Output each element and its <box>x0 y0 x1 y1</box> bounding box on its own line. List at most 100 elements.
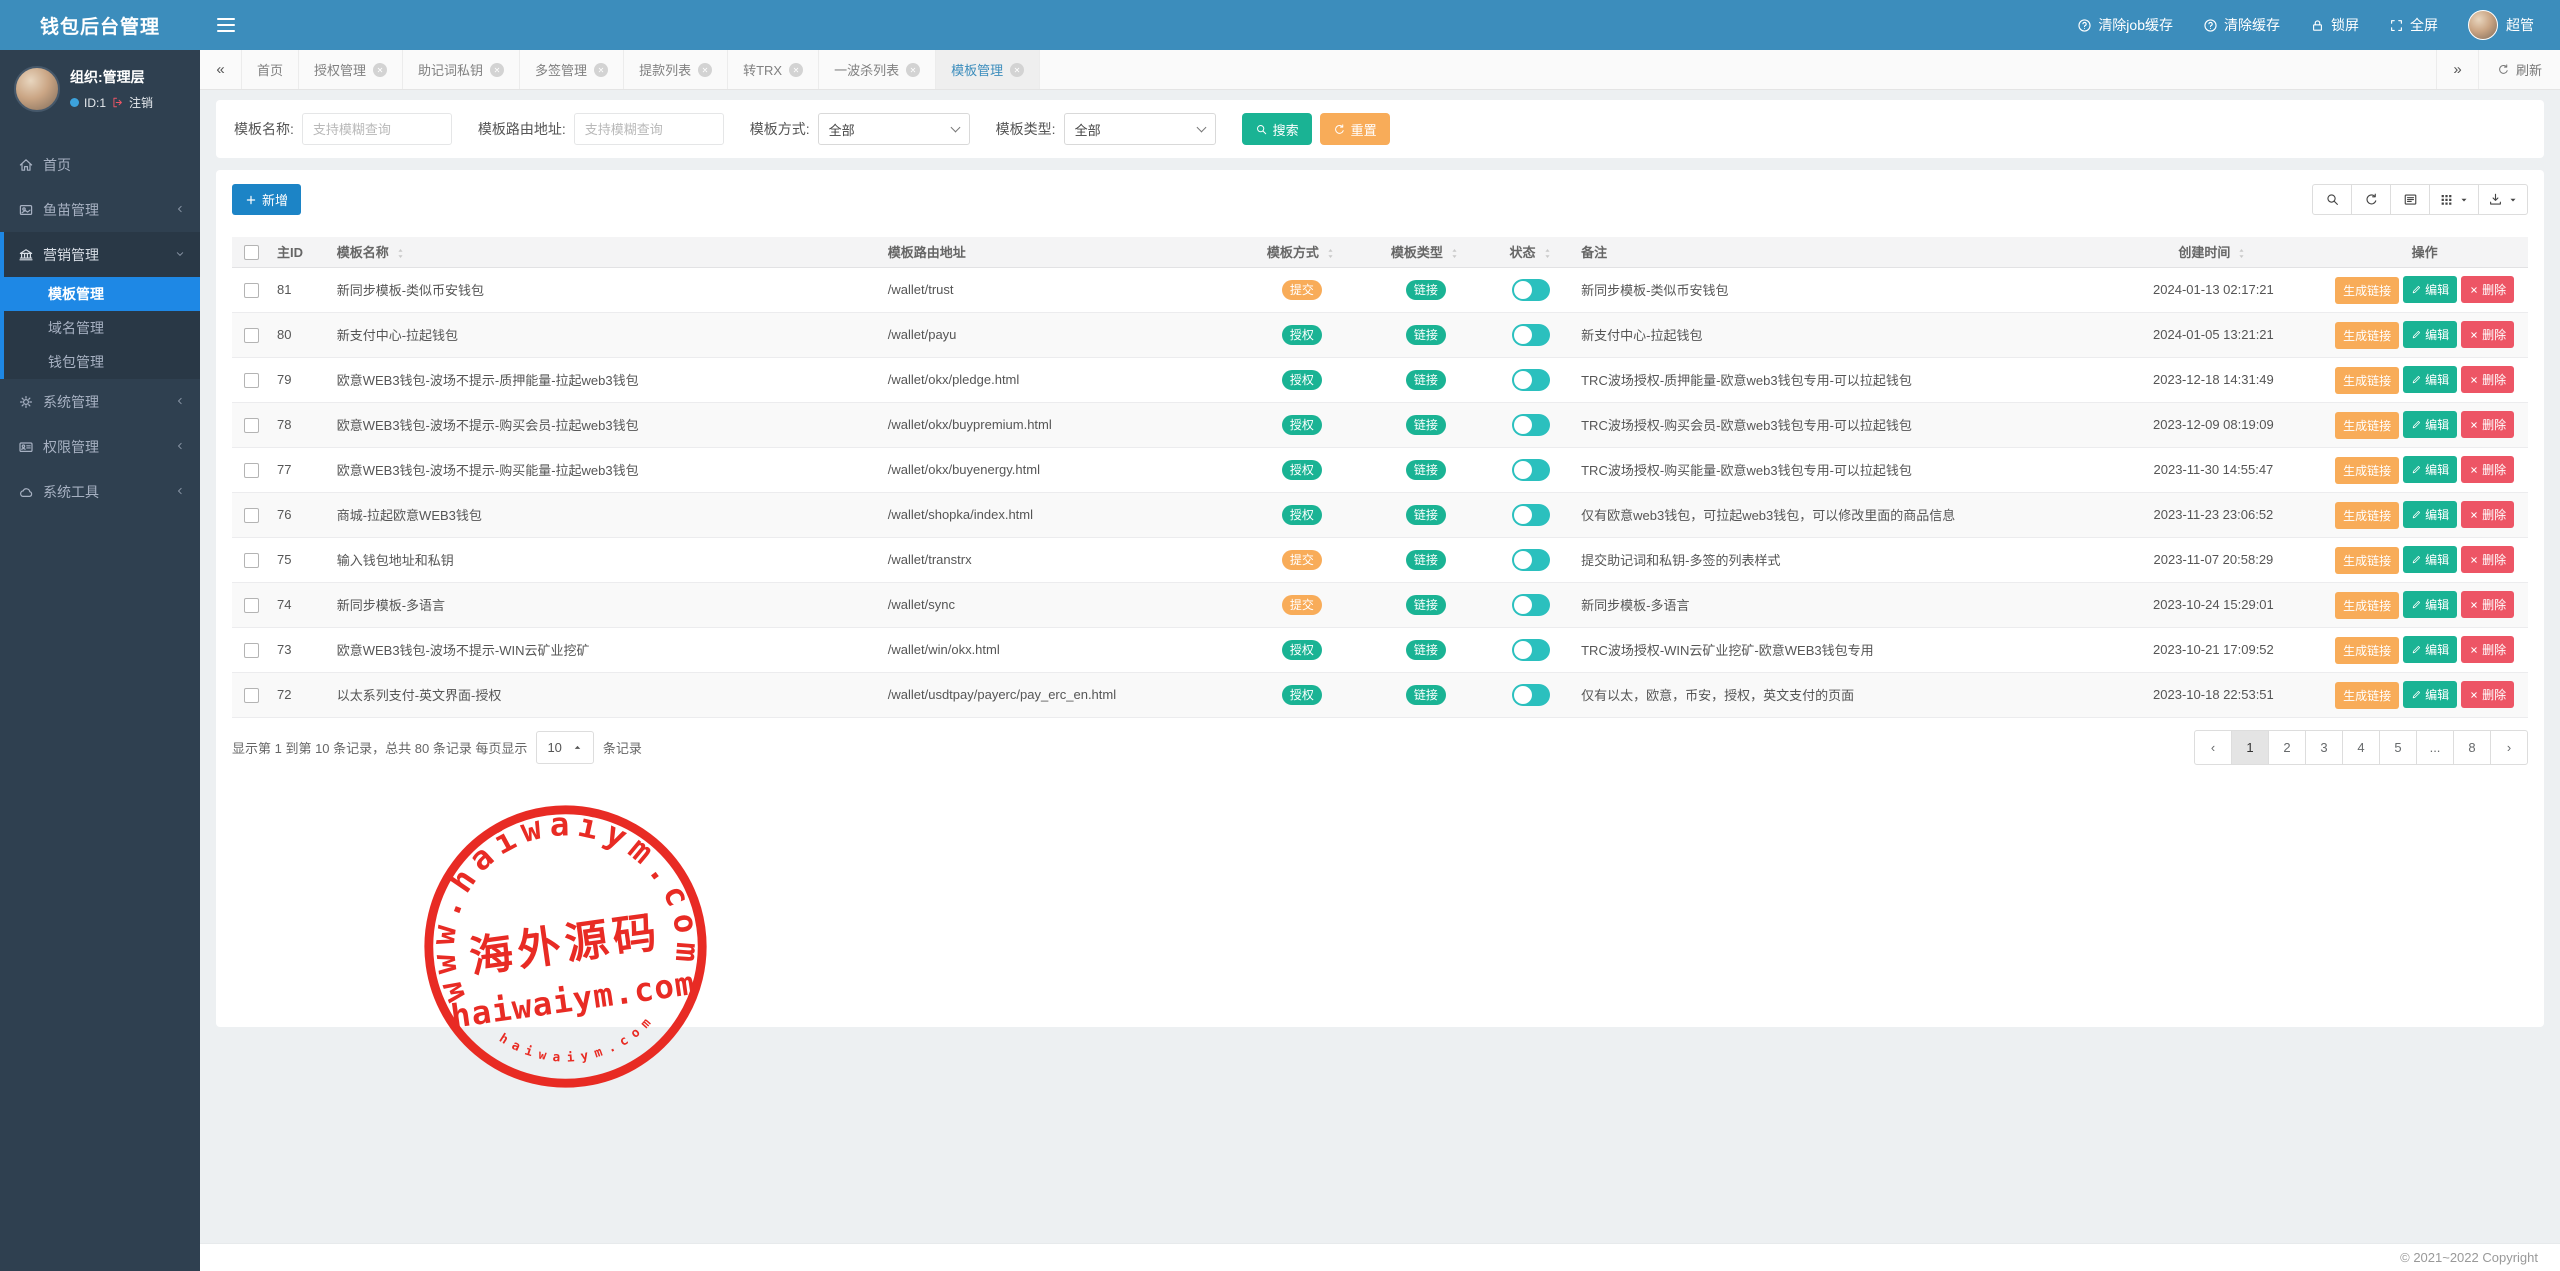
generate-link-button[interactable]: 生成链接 <box>2335 457 2399 484</box>
edit-button[interactable]: 编辑 <box>2403 276 2457 303</box>
select-all-checkbox[interactable] <box>244 245 259 260</box>
tab-2[interactable]: 助记词私钥 <box>403 50 520 89</box>
row-checkbox[interactable] <box>244 328 259 343</box>
close-tab-icon[interactable] <box>906 63 920 77</box>
topbar-action-0[interactable]: 清除job缓存 <box>2077 15 2173 35</box>
sidebar-item-1[interactable]: 鱼苗管理 <box>0 187 200 232</box>
template-name-input[interactable] <box>302 113 452 145</box>
row-checkbox[interactable] <box>244 643 259 658</box>
page-size-select[interactable]: 10 <box>536 731 593 764</box>
tab-5[interactable]: 转TRX <box>728 50 819 89</box>
status-toggle[interactable] <box>1512 324 1550 346</box>
row-checkbox[interactable] <box>244 598 259 613</box>
status-toggle[interactable] <box>1512 594 1550 616</box>
generate-link-button[interactable]: 生成链接 <box>2335 367 2399 394</box>
generate-link-button[interactable]: 生成链接 <box>2335 412 2399 439</box>
tool-button-refresh-icon[interactable] <box>2351 184 2391 215</box>
tab-1[interactable]: 授权管理 <box>299 50 403 89</box>
generate-link-button[interactable]: 生成链接 <box>2335 547 2399 574</box>
delete-button[interactable]: 删除 <box>2461 321 2514 348</box>
column-header-created[interactable]: 创建时间 <box>2106 237 2322 267</box>
delete-button[interactable]: 删除 <box>2461 681 2514 708</box>
page-8[interactable]: 8 <box>2453 730 2491 765</box>
template-way-select[interactable]: 全部 <box>818 113 970 145</box>
generate-link-button[interactable]: 生成链接 <box>2335 277 2399 304</box>
edit-button[interactable]: 编辑 <box>2403 591 2457 618</box>
column-header-way[interactable]: 模板方式 <box>1240 237 1364 267</box>
generate-link-button[interactable]: 生成链接 <box>2335 322 2399 349</box>
page-1[interactable]: 1 <box>2231 730 2269 765</box>
close-tab-icon[interactable] <box>789 63 803 77</box>
column-header-type[interactable]: 模板类型 <box>1364 237 1488 267</box>
edit-button[interactable]: 编辑 <box>2403 501 2457 528</box>
close-tab-icon[interactable] <box>490 63 504 77</box>
generate-link-button[interactable]: 生成链接 <box>2335 592 2399 619</box>
delete-button[interactable]: 删除 <box>2461 636 2514 663</box>
column-header-name[interactable]: 模板名称 <box>331 237 882 267</box>
page-4[interactable]: 4 <box>2342 730 2380 765</box>
sidebar-subitem-1[interactable]: 域名管理 <box>4 311 200 345</box>
edit-button[interactable]: 编辑 <box>2403 546 2457 573</box>
delete-button[interactable]: 删除 <box>2461 366 2514 393</box>
topbar-action-1[interactable]: 清除缓存 <box>2203 15 2280 35</box>
page-2[interactable]: 2 <box>2268 730 2306 765</box>
row-checkbox[interactable] <box>244 463 259 478</box>
close-tab-icon[interactable] <box>1010 63 1024 77</box>
generate-link-button[interactable]: 生成链接 <box>2335 637 2399 664</box>
tab-0[interactable]: 首页 <box>242 50 299 89</box>
delete-button[interactable]: 删除 <box>2461 501 2514 528</box>
topbar-action-2[interactable]: 锁屏 <box>2310 15 2359 35</box>
page-5[interactable]: 5 <box>2379 730 2417 765</box>
row-checkbox[interactable] <box>244 283 259 298</box>
page-prev[interactable]: ‹ <box>2194 730 2232 765</box>
close-tab-icon[interactable] <box>373 63 387 77</box>
topbar-user[interactable]: 超管 <box>2468 10 2534 40</box>
row-checkbox[interactable] <box>244 553 259 568</box>
status-toggle[interactable] <box>1512 369 1550 391</box>
sidebar-item-2[interactable]: 营销管理 <box>4 232 200 277</box>
tool-button-export-icon[interactable] <box>2478 184 2528 215</box>
column-header-status[interactable]: 状态 <box>1488 237 1575 267</box>
close-tab-icon[interactable] <box>594 63 608 77</box>
row-checkbox[interactable] <box>244 373 259 388</box>
topbar-action-3[interactable]: 全屏 <box>2389 15 2438 35</box>
sidebar-subitem-0[interactable]: 模板管理 <box>4 277 200 311</box>
delete-button[interactable]: 删除 <box>2461 456 2514 483</box>
tab-7[interactable]: 模板管理 <box>936 50 1040 89</box>
logout-link[interactable]: 注销 <box>129 94 153 111</box>
status-toggle[interactable] <box>1512 639 1550 661</box>
edit-button[interactable]: 编辑 <box>2403 456 2457 483</box>
status-toggle[interactable] <box>1512 279 1550 301</box>
page-3[interactable]: 3 <box>2305 730 2343 765</box>
sidebar-item-4[interactable]: 权限管理 <box>0 424 200 469</box>
template-route-input[interactable] <box>574 113 724 145</box>
search-button[interactable]: 搜索 <box>1242 113 1312 145</box>
sidebar-subitem-2[interactable]: 钱包管理 <box>4 345 200 379</box>
edit-button[interactable]: 编辑 <box>2403 636 2457 663</box>
template-type-select[interactable]: 全部 <box>1064 113 1216 145</box>
row-checkbox[interactable] <box>244 688 259 703</box>
sidebar-item-3[interactable]: 系统管理 <box>0 379 200 424</box>
status-toggle[interactable] <box>1512 459 1550 481</box>
tool-button-detail-view-icon[interactable] <box>2390 184 2430 215</box>
row-checkbox[interactable] <box>244 418 259 433</box>
status-toggle[interactable] <box>1512 549 1550 571</box>
row-checkbox[interactable] <box>244 508 259 523</box>
edit-button[interactable]: 编辑 <box>2403 411 2457 438</box>
generate-link-button[interactable]: 生成链接 <box>2335 502 2399 529</box>
tab-3[interactable]: 多签管理 <box>520 50 624 89</box>
page-next[interactable]: › <box>2490 730 2528 765</box>
edit-button[interactable]: 编辑 <box>2403 366 2457 393</box>
delete-button[interactable]: 删除 <box>2461 546 2514 573</box>
tabs-scroll-right-button[interactable]: » <box>2436 50 2478 89</box>
tab-refresh-button[interactable]: 刷新 <box>2478 50 2560 89</box>
status-toggle[interactable] <box>1512 414 1550 436</box>
edit-button[interactable]: 编辑 <box>2403 321 2457 348</box>
page-...[interactable]: ... <box>2416 730 2454 765</box>
add-button[interactable]: 新增 <box>232 184 301 215</box>
tabs-scroll-left-button[interactable]: « <box>200 50 242 89</box>
tab-4[interactable]: 提款列表 <box>624 50 728 89</box>
tool-button-columns-icon[interactable] <box>2429 184 2479 215</box>
close-tab-icon[interactable] <box>698 63 712 77</box>
delete-button[interactable]: 删除 <box>2461 591 2514 618</box>
